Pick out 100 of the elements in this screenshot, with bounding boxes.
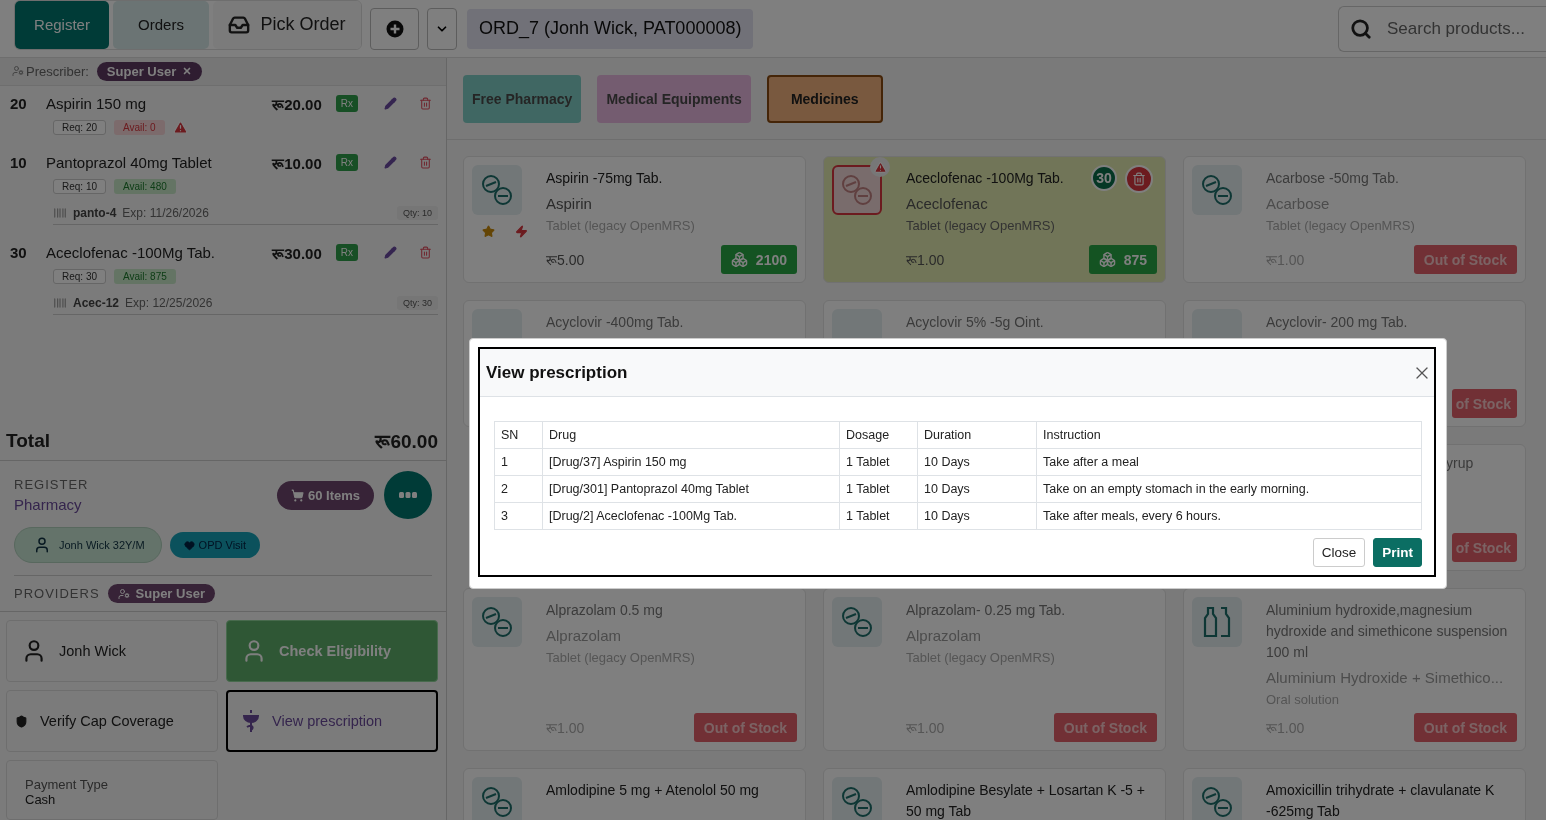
visit-chip[interactable]: OPD Visit bbox=[169, 532, 261, 558]
product-name: Acarbose -50mg Tab. bbox=[1266, 169, 1400, 188]
remove-icon bbox=[182, 66, 193, 77]
tab[interactable]: Pick Order bbox=[213, 0, 361, 49]
cart-icon bbox=[290, 488, 304, 502]
stock-button[interactable]: 875 bbox=[1088, 245, 1157, 274]
category-tab[interactable]: Medicines bbox=[766, 74, 883, 123]
add-button[interactable] bbox=[370, 7, 419, 50]
batch-number: Acec-12 bbox=[73, 295, 120, 310]
search-icon bbox=[1350, 17, 1372, 40]
available-quantity: Avail: 480 bbox=[114, 178, 176, 194]
total-amount: रू60.00 bbox=[375, 430, 438, 455]
table-cell: [Drug/301] Pantoprazol 40mg Tablet bbox=[542, 475, 840, 503]
prescriber-label: Prescriber: bbox=[26, 64, 89, 79]
item-name: Pantoprazol 40mg Tablet bbox=[46, 154, 213, 172]
table-cell: [Drug/2] Aceclofenac -100Mg Tab. bbox=[542, 502, 840, 530]
patient-button[interactable]: Jonh Wick bbox=[6, 620, 218, 682]
verify-coverage-button[interactable]: Verify Cap Coverage bbox=[6, 690, 218, 752]
dosage-form: Tablet (legacy OpenMRS) bbox=[906, 218, 1056, 233]
rx-badge: Rx bbox=[335, 244, 358, 262]
check-eligibility-button[interactable]: Check Eligibility bbox=[226, 620, 438, 682]
batch-number: panto-4 bbox=[73, 205, 117, 220]
column-header: Dosage bbox=[839, 421, 918, 449]
prescriber-chip[interactable]: Super User bbox=[96, 62, 203, 81]
pills-icon bbox=[840, 173, 874, 207]
product-name: Aspirin -75mg Tab. bbox=[546, 169, 664, 188]
product-name: Acyclovir- 200 mg Tab. bbox=[1266, 313, 1409, 332]
stock-button[interactable]: 2100 bbox=[720, 245, 797, 274]
column-header: Duration bbox=[917, 421, 1037, 449]
product-name: Aceclofenac -100Mg Tab. bbox=[906, 169, 1065, 188]
table-cell: 10 Days bbox=[917, 502, 1037, 530]
dropdown-button[interactable] bbox=[427, 7, 457, 50]
column-header: SN bbox=[494, 421, 543, 449]
table-cell: 1 Tablet bbox=[839, 502, 918, 530]
close-button[interactable]: Close bbox=[1312, 538, 1366, 567]
product-card[interactable]: Amoxicillin trihydrate + clavulanate K -625mg Tab bbox=[1183, 768, 1526, 820]
shield-icon bbox=[15, 714, 28, 728]
item-name: Aceclofenac -100Mg Tab. bbox=[46, 244, 216, 262]
product-name: Alprazolam 0.5 mg bbox=[546, 601, 664, 620]
table-cell: 1 bbox=[494, 448, 543, 476]
barcode-icon bbox=[53, 295, 67, 310]
batch-quantity: Qty: 10 bbox=[397, 205, 438, 220]
inbox-icon bbox=[228, 13, 251, 36]
category-tab[interactable]: Free Pharmacy bbox=[463, 74, 582, 123]
column-header: Instruction bbox=[1036, 421, 1422, 449]
payment-type-card[interactable]: Payment Type Cash bbox=[6, 760, 218, 820]
generic-name: Aspirin bbox=[546, 195, 593, 212]
tab[interactable]: Register bbox=[15, 0, 109, 49]
search-field[interactable]: Search products... bbox=[1338, 5, 1546, 52]
add-icon bbox=[385, 19, 404, 38]
more-icon bbox=[399, 492, 417, 498]
providers-label: PROVIDERS bbox=[14, 586, 100, 601]
warning-icon bbox=[172, 119, 188, 135]
heart-icon bbox=[183, 539, 195, 551]
more-button[interactable] bbox=[384, 471, 432, 519]
delete-button[interactable] bbox=[1125, 165, 1153, 193]
edit-icon[interactable] bbox=[384, 97, 397, 111]
cart-items-button[interactable]: 60 Items bbox=[276, 480, 374, 510]
provider-chip[interactable]: Super User bbox=[107, 584, 215, 603]
column-header: Drug bbox=[542, 421, 840, 449]
item-price: रू10.00 bbox=[270, 153, 322, 173]
boxes-icon bbox=[730, 251, 748, 268]
pills-icon bbox=[1200, 785, 1234, 819]
item-quantity: 30 bbox=[10, 244, 28, 262]
view-prescription-button[interactable]: View prescription bbox=[226, 690, 438, 752]
product-name: Alprazolam- 0.25 mg Tab. bbox=[906, 601, 1067, 620]
edit-icon[interactable] bbox=[384, 246, 397, 260]
requested-quantity: Req: 20 bbox=[53, 119, 107, 135]
table-cell: 3 bbox=[494, 502, 543, 530]
item-quantity: 10 bbox=[10, 154, 28, 172]
tab[interactable]: Orders bbox=[113, 0, 209, 49]
available-quantity: Avail: 0 bbox=[114, 119, 165, 135]
product-name: Aluminium hydroxide,magnesium hydroxide and simethicone suspension 100 ml bbox=[1266, 601, 1509, 662]
delete-icon[interactable] bbox=[419, 97, 432, 111]
product-card[interactable]: Amlodipine Besylate + Losartan K -5 + 50 mg Tab bbox=[823, 768, 1166, 820]
pills-icon bbox=[480, 605, 514, 639]
item-name: Aspirin 150 mg bbox=[46, 95, 148, 113]
register-label: REGISTER bbox=[14, 477, 90, 492]
warning-icon bbox=[870, 157, 890, 177]
pills-icon bbox=[480, 173, 514, 207]
batch-quantity: Qty: 30 bbox=[397, 295, 438, 310]
edit-icon[interactable] bbox=[384, 156, 397, 170]
barcode-icon bbox=[53, 205, 67, 220]
delete-icon[interactable] bbox=[419, 156, 432, 170]
register-name: Pharmacy bbox=[14, 496, 83, 513]
patient-chip[interactable]: Jonh Wick 32Y/M bbox=[14, 527, 162, 563]
table-cell: Take on an empty stomach in the early morning. bbox=[1036, 475, 1422, 503]
pills-icon bbox=[1200, 173, 1234, 207]
category-tab[interactable]: Medical Equipments bbox=[597, 74, 751, 123]
table-cell: 2 bbox=[494, 475, 543, 503]
product-name: yrup bbox=[1446, 454, 1475, 473]
product-card[interactable]: Amlodipine 5 mg + Atenolol 50 mg bbox=[463, 768, 806, 820]
table-cell: 10 Days bbox=[917, 475, 1037, 503]
product-name: Acyclovir 5% -5g Oint. bbox=[906, 313, 1045, 332]
order-label: ORD_7 (Jonh Wick, PAT000008) bbox=[467, 8, 754, 49]
product-name: Amlodipine Besylate + Losartan K -5 + 50 mg Tab bbox=[906, 781, 1146, 820]
product-card[interactable]: Aceclofenac -100Mg Tab. Aceclofenac Tablet (legacy OpenMRS) रू1.00 875 30 bbox=[823, 156, 1166, 283]
print-button[interactable]: Print bbox=[1373, 538, 1422, 567]
expiry-date: Exp: 12/25/2026 bbox=[125, 295, 214, 310]
delete-icon[interactable] bbox=[419, 246, 432, 260]
